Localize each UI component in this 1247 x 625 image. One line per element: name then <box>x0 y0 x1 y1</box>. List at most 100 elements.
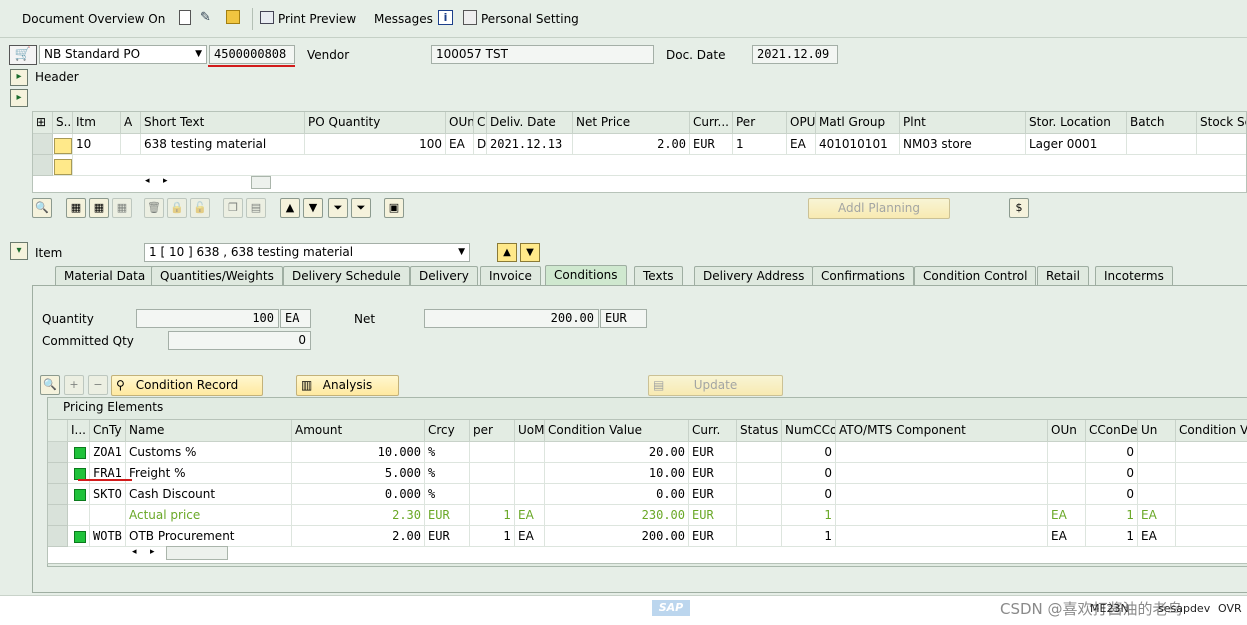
tab-incoterms[interactable]: Incoterms <box>1095 266 1173 285</box>
order-unit[interactable]: EA <box>1048 505 1086 526</box>
condition-type[interactable] <box>90 505 126 526</box>
messages-button[interactable]: Messages <box>374 9 433 29</box>
unlock-item-icon[interactable]: 🔓 <box>190 198 210 218</box>
paste-icon[interactable]: ▤ <box>246 198 266 218</box>
status-light-cell[interactable] <box>68 484 90 505</box>
doc-date-field[interactable]: 2021.12.09 <box>752 45 838 64</box>
order-unit[interactable] <box>1048 442 1086 463</box>
currency[interactable]: EUR <box>689 505 737 526</box>
status-light-cell[interactable] <box>68 526 90 547</box>
horizontal-scrollbar[interactable] <box>166 546 228 560</box>
net-price[interactable]: 2.00 <box>573 134 690 155</box>
header-expand-icon[interactable]: ▸ <box>10 69 28 86</box>
col-header[interactable]: S.. <box>53 112 73 134</box>
col-header[interactable]: Stock Se <box>1197 112 1246 134</box>
condition-value[interactable]: 200.00 <box>545 526 689 547</box>
condition-type[interactable]: SKTO <box>90 484 126 505</box>
rate-unit[interactable]: EUR <box>425 526 470 547</box>
scroll-left-icon[interactable]: ◂ <box>132 547 137 557</box>
delete-row-icon[interactable]: − <box>88 375 108 395</box>
scroll-right-icon[interactable]: ▸ <box>163 176 168 186</box>
addl-planning-button[interactable]: Addl Planning <box>808 198 950 219</box>
unit-of-measure[interactable] <box>515 484 545 505</box>
unit-of-measure[interactable] <box>515 442 545 463</box>
condition-value-extra[interactable] <box>1176 484 1247 505</box>
personal-setting-button[interactable]: Personal Setting <box>481 9 579 29</box>
status-light-cell[interactable] <box>68 505 90 526</box>
table-settings-icon[interactable] <box>48 420 68 442</box>
denominator-conversion[interactable]: 0 <box>1086 442 1138 463</box>
stock-segment[interactable] <box>1197 134 1246 155</box>
quantity-field[interactable]: 100 <box>136 309 279 328</box>
status-light-cell[interactable] <box>68 442 90 463</box>
currency[interactable]: EUR <box>689 526 737 547</box>
insert-row-icon[interactable]: + <box>64 375 84 395</box>
status[interactable] <box>737 484 782 505</box>
col-header[interactable]: Curr... <box>690 112 733 134</box>
pricing-unit[interactable] <box>470 484 515 505</box>
unit[interactable] <box>1138 484 1176 505</box>
col-header[interactable]: Crcy <box>425 420 470 442</box>
numerator-conversion[interactable]: 1 <box>782 505 836 526</box>
doc-type-dropdown[interactable]: NB Standard PO ▼ <box>39 45 207 64</box>
row-selector[interactable] <box>48 484 68 505</box>
col-header[interactable]: Amount <box>292 420 425 442</box>
col-header[interactable]: I... <box>68 420 90 442</box>
currency[interactable]: EUR <box>690 134 733 155</box>
material-group[interactable]: 401010101 <box>816 134 900 155</box>
order-unit[interactable] <box>1048 484 1086 505</box>
sort-descending-icon[interactable]: ▼ <box>303 198 323 218</box>
ato-mts-component[interactable] <box>836 526 1048 547</box>
unit[interactable] <box>1138 442 1176 463</box>
filter-icon[interactable]: ⏷ <box>328 198 348 218</box>
status[interactable] <box>737 463 782 484</box>
numerator-conversion[interactable]: 0 <box>782 484 836 505</box>
vendor-field[interactable]: 100057 TST <box>431 45 654 64</box>
collapse-overview-icon[interactable]: ▸ <box>10 89 28 107</box>
col-header[interactable]: Itm <box>73 112 121 134</box>
col-header[interactable]: Condition Value <box>545 420 689 442</box>
quantity-unit-field[interactable]: EA <box>280 309 311 328</box>
col-header[interactable]: CnTy <box>90 420 126 442</box>
condition-name[interactable]: Actual price <box>126 505 292 526</box>
unit-of-measure[interactable]: EA <box>515 505 545 526</box>
status-cell[interactable] <box>53 134 73 155</box>
tab-retail[interactable]: Retail <box>1037 266 1089 285</box>
row-selector[interactable] <box>48 505 68 526</box>
next-item-button[interactable]: ▼ <box>520 243 540 262</box>
tab-condition-control[interactable]: Condition Control <box>914 266 1037 285</box>
status-cell[interactable] <box>53 155 73 176</box>
analysis-button[interactable]: ▥ Analysis <box>296 375 399 396</box>
ato-mts-component[interactable] <box>836 463 1048 484</box>
condition-name[interactable]: Customs % <box>126 442 292 463</box>
condition-name[interactable]: OTB Procurement <box>126 526 292 547</box>
order-unit[interactable]: EA <box>1048 526 1086 547</box>
move-item-icon[interactable]: ▦ <box>112 198 132 218</box>
denominator-conversion[interactable]: 1 <box>1086 505 1138 526</box>
tab-delivery-address[interactable]: Delivery Address <box>694 266 814 285</box>
sort-ascending-icon[interactable]: ▲ <box>280 198 300 218</box>
col-header[interactable]: Per <box>733 112 787 134</box>
col-header[interactable]: Status <box>737 420 782 442</box>
scroll-right-icon[interactable]: ▸ <box>150 547 155 557</box>
price-unit[interactable]: 1 <box>733 134 787 155</box>
order-unit[interactable]: EA <box>446 134 474 155</box>
col-header[interactable]: A <box>121 112 141 134</box>
amount[interactable]: 2.00 <box>292 526 425 547</box>
row-selector[interactable] <box>48 526 68 547</box>
condition-details-icon[interactable]: 🔍 <box>40 375 60 395</box>
col-header[interactable]: Curr. <box>689 420 737 442</box>
col-header[interactable]: Plnt <box>900 112 1026 134</box>
condition-value[interactable]: 20.00 <box>545 442 689 463</box>
amount[interactable]: 2.30 <box>292 505 425 526</box>
tab-invoice[interactable]: Invoice <box>480 266 541 285</box>
status[interactable] <box>737 526 782 547</box>
po-quantity[interactable]: 100 <box>305 134 446 155</box>
currency[interactable]: EUR <box>689 442 737 463</box>
display-change-icon[interactable]: ✎ <box>200 10 211 25</box>
condition-value[interactable]: 0.00 <box>545 484 689 505</box>
pricing-unit[interactable] <box>470 463 515 484</box>
date-category[interactable]: D <box>474 134 487 155</box>
condition-name[interactable]: Freight % <box>126 463 292 484</box>
col-header[interactable]: ATO/MTS Component <box>836 420 1048 442</box>
